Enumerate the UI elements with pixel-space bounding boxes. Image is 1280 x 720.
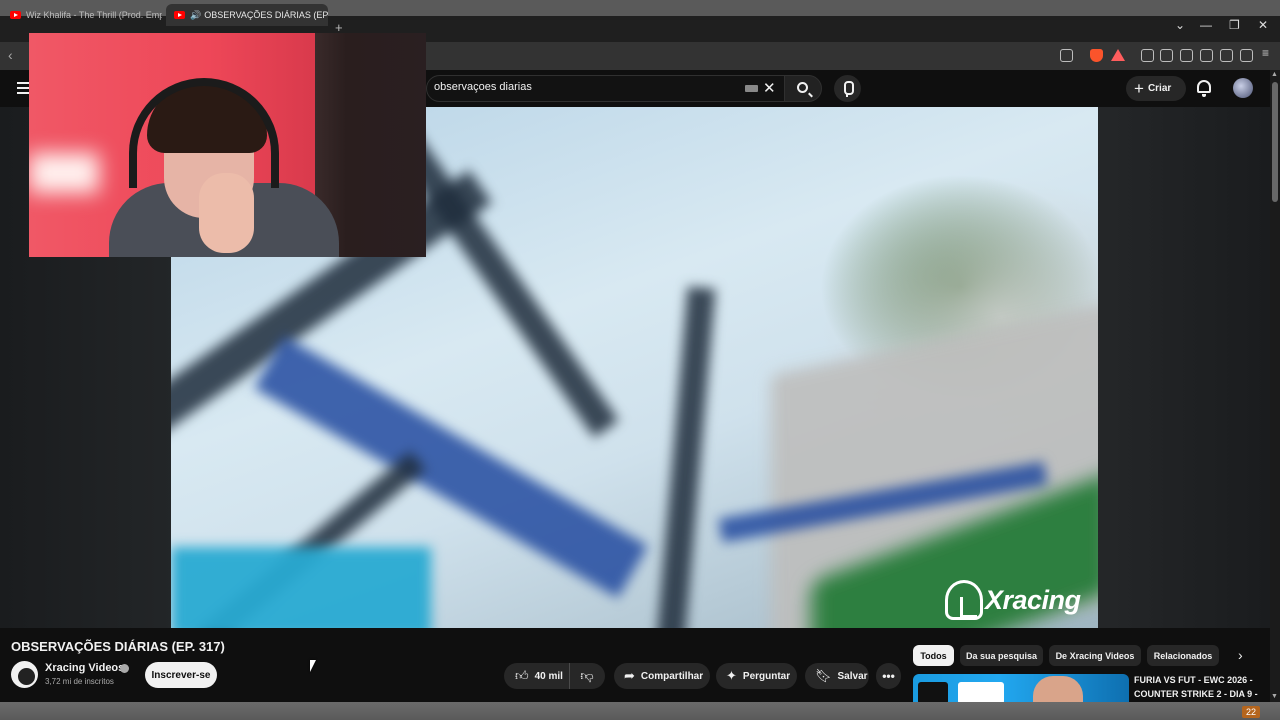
- webcam-detail: [29, 153, 99, 193]
- chevron-right-icon[interactable]: ›: [1238, 647, 1243, 663]
- scroll-down-arrow-icon[interactable]: ▼: [1271, 693, 1278, 700]
- sidebar-icon[interactable]: [1180, 49, 1193, 62]
- youtube-favicon-icon: [10, 11, 21, 19]
- save-label: Salvar: [837, 670, 868, 682]
- search-input-value[interactable]: observaçoes diarias: [434, 81, 532, 93]
- video-frame-detail: [171, 547, 431, 628]
- share-button[interactable]: ➦ Compartilhar: [614, 663, 710, 689]
- more-actions-button[interactable]: •••: [876, 663, 901, 689]
- video-frame-detail: [654, 286, 716, 628]
- channel-avatar[interactable]: [11, 661, 38, 688]
- dislike-button[interactable]: 👎︎: [570, 663, 604, 689]
- like-count: 40 mil: [534, 670, 563, 682]
- scrollbar-thumb[interactable]: [1272, 82, 1278, 202]
- voice-search-mic-icon[interactable]: [834, 75, 861, 102]
- ask-label: Perguntar: [742, 670, 791, 682]
- wallet-icon[interactable]: [1200, 49, 1213, 62]
- close-window-button[interactable]: ✕: [1258, 18, 1268, 32]
- scroll-up-arrow-icon[interactable]: ▲: [1271, 71, 1278, 78]
- vpn-icon[interactable]: [1240, 49, 1253, 62]
- screen: Wiz Khalifa - The Thrill (Prod. Empire 🔊…: [0, 0, 1280, 720]
- thumbnail-detail: [1033, 676, 1083, 702]
- recommended-video-thumbnail[interactable]: [913, 674, 1129, 702]
- media-icon[interactable]: [1160, 49, 1173, 62]
- menu-icon[interactable]: ≡: [1262, 46, 1269, 60]
- sparkle-icon: ✦: [726, 668, 737, 683]
- tray-badge: 22: [1241, 706, 1260, 718]
- recommended-video-title[interactable]: FURIA VS FUT - EWC 2026 - COUNTER STRIKE…: [1134, 673, 1258, 702]
- chip-de-xracing-videos[interactable]: De Xracing Videos: [1049, 645, 1141, 666]
- channel-name[interactable]: Xracing Videos: [45, 662, 124, 674]
- thumbs-down-icon: 👎︎: [580, 668, 594, 683]
- webcam-detail: [199, 173, 254, 253]
- like-button[interactable]: 👍︎ 40 mil: [504, 663, 570, 689]
- video-title: OBSERVAÇÕES DIÁRIAS (EP. 317): [11, 639, 225, 654]
- spartan-helmet-icon: [945, 580, 983, 620]
- create-label: Criar: [1147, 83, 1172, 94]
- keyboard-icon[interactable]: [745, 85, 758, 92]
- tab-observacoes-diarias[interactable]: 🔊 OBSERVAÇÕES DIÁRIAS (EP. 3 ✕: [166, 4, 328, 26]
- clear-search-icon[interactable]: ✕: [763, 79, 776, 97]
- headset-detail: [129, 78, 279, 188]
- extensions-icon[interactable]: [1141, 49, 1154, 62]
- tab-title: OBSERVAÇÕES DIÁRIAS (EP. 3: [204, 10, 328, 20]
- plus-icon: +: [1134, 79, 1144, 98]
- subscriber-count: 3,72 mi de inscritos: [45, 677, 114, 686]
- cast-icon[interactable]: [1060, 49, 1073, 62]
- thumbnail-detail: [918, 682, 948, 702]
- back-arrow-icon[interactable]: ‹: [8, 47, 13, 63]
- chip-relacionados[interactable]: Relacionados: [1147, 645, 1219, 666]
- brave-rewards-icon[interactable]: [1111, 49, 1125, 61]
- create-button[interactable]: + Criar: [1126, 76, 1186, 101]
- minimize-button[interactable]: —: [1200, 18, 1212, 32]
- audio-playing-icon: 🔊: [190, 9, 202, 20]
- verified-badge-icon: [120, 664, 129, 673]
- brave-shield-icon[interactable]: [1090, 49, 1103, 62]
- mouse-cursor-icon: [310, 660, 316, 672]
- bookmark-icon: 🔖︎: [815, 668, 832, 683]
- save-button[interactable]: 🔖︎ Salvar: [805, 663, 869, 689]
- channel-watermark: Xracing: [945, 580, 1081, 620]
- share-arrow-icon: ➦: [624, 668, 635, 683]
- chip-da-sua-pesquisa[interactable]: Da sua pesquisa: [960, 645, 1043, 666]
- account-avatar[interactable]: [1233, 78, 1253, 98]
- leo-ai-icon[interactable]: [1220, 49, 1233, 62]
- tab-title: Wiz Khalifa - The Thrill (Prod. Empire: [26, 10, 162, 20]
- thumbs-up-icon: 👍︎: [515, 668, 529, 683]
- webcam-overlay: [29, 33, 426, 257]
- chip-todos[interactable]: Todos: [913, 645, 954, 666]
- tab-wiz-khalifa[interactable]: Wiz Khalifa - The Thrill (Prod. Empire: [2, 4, 162, 26]
- search-icon: [797, 82, 808, 93]
- search-button[interactable]: [784, 75, 822, 102]
- youtube-favicon-icon: [174, 11, 185, 19]
- notifications-bell-icon[interactable]: [1197, 80, 1211, 97]
- watermark-text: Xracing: [985, 584, 1081, 615]
- share-label: Compartilhar: [640, 670, 704, 682]
- tab-list-chevron-icon[interactable]: ⌄: [1175, 18, 1185, 32]
- thumbnail-detail: [958, 682, 1004, 702]
- ask-button[interactable]: ✦ Perguntar: [716, 663, 797, 689]
- subscribe-button[interactable]: Inscrever-se: [145, 662, 217, 688]
- like-dislike-group: 👍︎ 40 mil 👎︎: [504, 663, 605, 689]
- desktop-taskbar: [0, 702, 1280, 720]
- maximize-button[interactable]: ❐: [1229, 18, 1240, 32]
